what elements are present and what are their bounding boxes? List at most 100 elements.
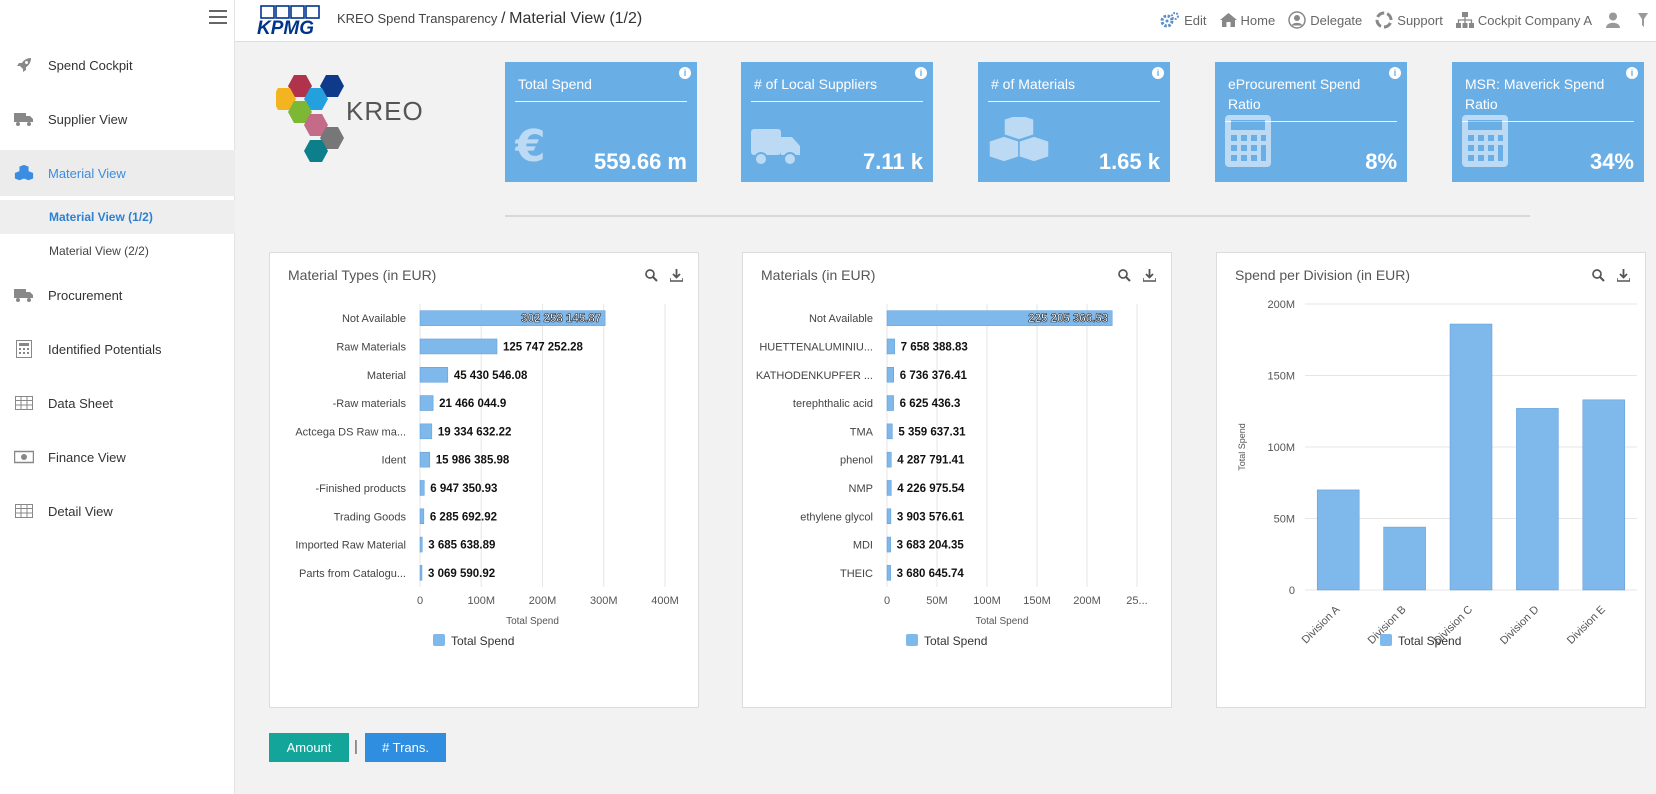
bar [886, 480, 892, 496]
y-tick-label: Not Available [809, 313, 873, 325]
data-label: 6 285 692.92 [430, 511, 497, 523]
cockpit-company-link[interactable]: Cockpit Company A [1455, 12, 1592, 28]
bar [886, 338, 895, 355]
support-link[interactable]: Support [1375, 11, 1443, 29]
user-menu[interactable] [1605, 12, 1625, 28]
filter-menu[interactable] [1638, 13, 1652, 27]
cubes-icon [14, 164, 34, 182]
kpi-title: # of Local Suppliers [754, 76, 877, 92]
x-tick-label: Division A [1300, 603, 1343, 646]
materials-chart: 0 50M 100M 150M 200M 25... Total Spend Not Avai… [756, 304, 1148, 648]
y-tick-label: HUETTENALUMINIU... [759, 341, 873, 353]
sidebar-item-material-view[interactable]: Material View [0, 150, 235, 196]
delegate-link[interactable]: Delegate [1288, 11, 1362, 29]
kpi-divider [515, 101, 687, 102]
subnav-material-view-2[interactable]: Material View (2/2) [0, 234, 235, 268]
legend-label: Total Spend [924, 634, 987, 648]
data-label: 3 680 645.74 [897, 568, 965, 580]
support-label: Support [1397, 12, 1443, 28]
x-axis-title: Total Spend [976, 616, 1029, 627]
x-tick-label: 25... [1126, 595, 1147, 607]
y-tick-label: Trading Goods [334, 511, 407, 523]
table-icon [14, 502, 34, 520]
bar [886, 508, 892, 524]
kpi-maverick-spend-ratio[interactable]: MSR: Maverick Spend Ratio i 34% [1452, 62, 1644, 182]
cockpit-company-label: Cockpit Company A [1477, 12, 1592, 28]
kreo-logo-text: KREO [346, 96, 424, 126]
user-circle-icon [1288, 11, 1306, 29]
y-tick-label: Imported Raw Material [295, 540, 406, 552]
x-tick-label: 150M [1023, 595, 1051, 607]
bar [419, 451, 431, 468]
y-tick-label: MDI [853, 540, 873, 552]
bar [1516, 408, 1559, 591]
sidebar-item-spend-cockpit[interactable]: Spend Cockpit [0, 38, 235, 92]
hamburger-menu-icon[interactable] [209, 10, 227, 26]
bar [419, 367, 449, 383]
sidebar-item-finance-view[interactable]: Finance View [0, 430, 235, 484]
bar [886, 423, 893, 440]
kpi-value: 34% [1589, 149, 1634, 174]
sidebar-item-detail-view[interactable]: Detail View [0, 484, 235, 538]
subnav-label: Material View (1/2) [49, 210, 153, 224]
kpi-materials[interactable]: # of Materials i 1.65 k [978, 62, 1170, 182]
x-tick-label: 300M [590, 595, 618, 607]
legend-swatch [1380, 634, 1392, 646]
x-tick-label: Division D [1498, 604, 1542, 648]
data-label: 302 258 145.87 [521, 313, 601, 325]
legend-swatch [433, 634, 445, 646]
y-tick-label: Actcega DS Raw ma... [295, 426, 406, 438]
kpi-local-suppliers[interactable]: # of Local Suppliers i 7.11 k [741, 62, 933, 182]
data-label: 6 625 436.3 [900, 398, 961, 410]
x-tick-label: 400M [651, 595, 679, 607]
data-label: 3 683 204.35 [897, 540, 965, 552]
euro-icon: € [514, 121, 549, 172]
edit-label: Edit [1184, 12, 1207, 28]
bar [886, 536, 891, 553]
edit-link[interactable]: Edit [1160, 12, 1207, 28]
sidebar-item-supplier-view[interactable]: Supplier View [0, 92, 235, 146]
y-tick-label: -Raw materials [333, 398, 407, 410]
subnav-material-view-1[interactable]: Material View (1/2) [0, 200, 235, 234]
y-tick-label: terephthalic acid [793, 398, 873, 410]
bar [886, 367, 894, 383]
sidebar-item-label: Finance View [48, 449, 126, 465]
user-icon [1606, 12, 1620, 28]
sidebar-item-data-sheet[interactable]: Data Sheet [0, 376, 235, 430]
calculator-icon [14, 340, 34, 358]
data-label: 3 903 576.61 [897, 511, 965, 523]
y-tick-label: Ident [382, 455, 406, 467]
kreo-logo: KREO [272, 70, 436, 175]
info-icon[interactable]: i [1152, 67, 1164, 79]
info-icon[interactable]: i [679, 67, 691, 79]
bar [1582, 399, 1626, 591]
y-tick-label: 200M [1267, 299, 1295, 311]
info-icon[interactable]: i [915, 67, 927, 79]
material-types-chart: 0 100M 200M 300M 400M Total Spend Not Availabl… [295, 304, 679, 648]
materials-chart-panel: Materials (in EUR) 0 50M 100M 150M 200M 25...… [742, 252, 1172, 708]
x-tick-label: 0 [884, 595, 890, 607]
transactions-button[interactable]: # Trans. [365, 733, 446, 762]
home-link[interactable]: Home [1219, 13, 1275, 28]
amount-button[interactable]: Amount [269, 733, 349, 762]
sidebar-item-identified-potentials[interactable]: Identified Potentials [0, 322, 235, 376]
bar [1316, 489, 1360, 591]
bar [886, 395, 894, 411]
bar [886, 451, 892, 468]
kpi-total-spend[interactable]: Total Spend i € 559.66 m [505, 62, 697, 182]
y-tick-label: Parts from Catalogu... [299, 568, 406, 580]
y-tick-label: TMA [850, 426, 874, 438]
truck-icon [751, 125, 801, 172]
info-icon[interactable]: i [1389, 67, 1401, 79]
y-tick-label: 0 [1289, 585, 1295, 597]
info-icon[interactable]: i [1626, 67, 1638, 79]
sidebar: Spend Cockpit Supplier View Material Vie… [0, 0, 235, 794]
kpi-eprocurement-ratio[interactable]: eProcurement Spend Ratio i 8% [1215, 62, 1407, 182]
bar [419, 395, 434, 411]
spend-per-division-chart-panel: Spend per Division (in EUR) 0 50M 100M 150M… [1216, 252, 1646, 708]
data-label: 4 226 975.54 [897, 483, 965, 495]
app-title[interactable]: KREO Spend Transparency [337, 11, 497, 26]
sidebar-item-procurement[interactable]: Procurement [0, 268, 235, 322]
kpmg-logo[interactable]: KPMG [255, 5, 325, 39]
rocket-icon [14, 56, 34, 74]
